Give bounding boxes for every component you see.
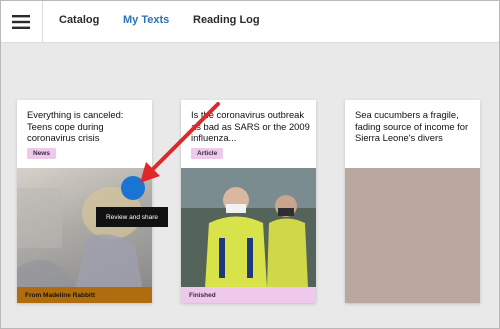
annotation-arrow bbox=[140, 102, 220, 183]
